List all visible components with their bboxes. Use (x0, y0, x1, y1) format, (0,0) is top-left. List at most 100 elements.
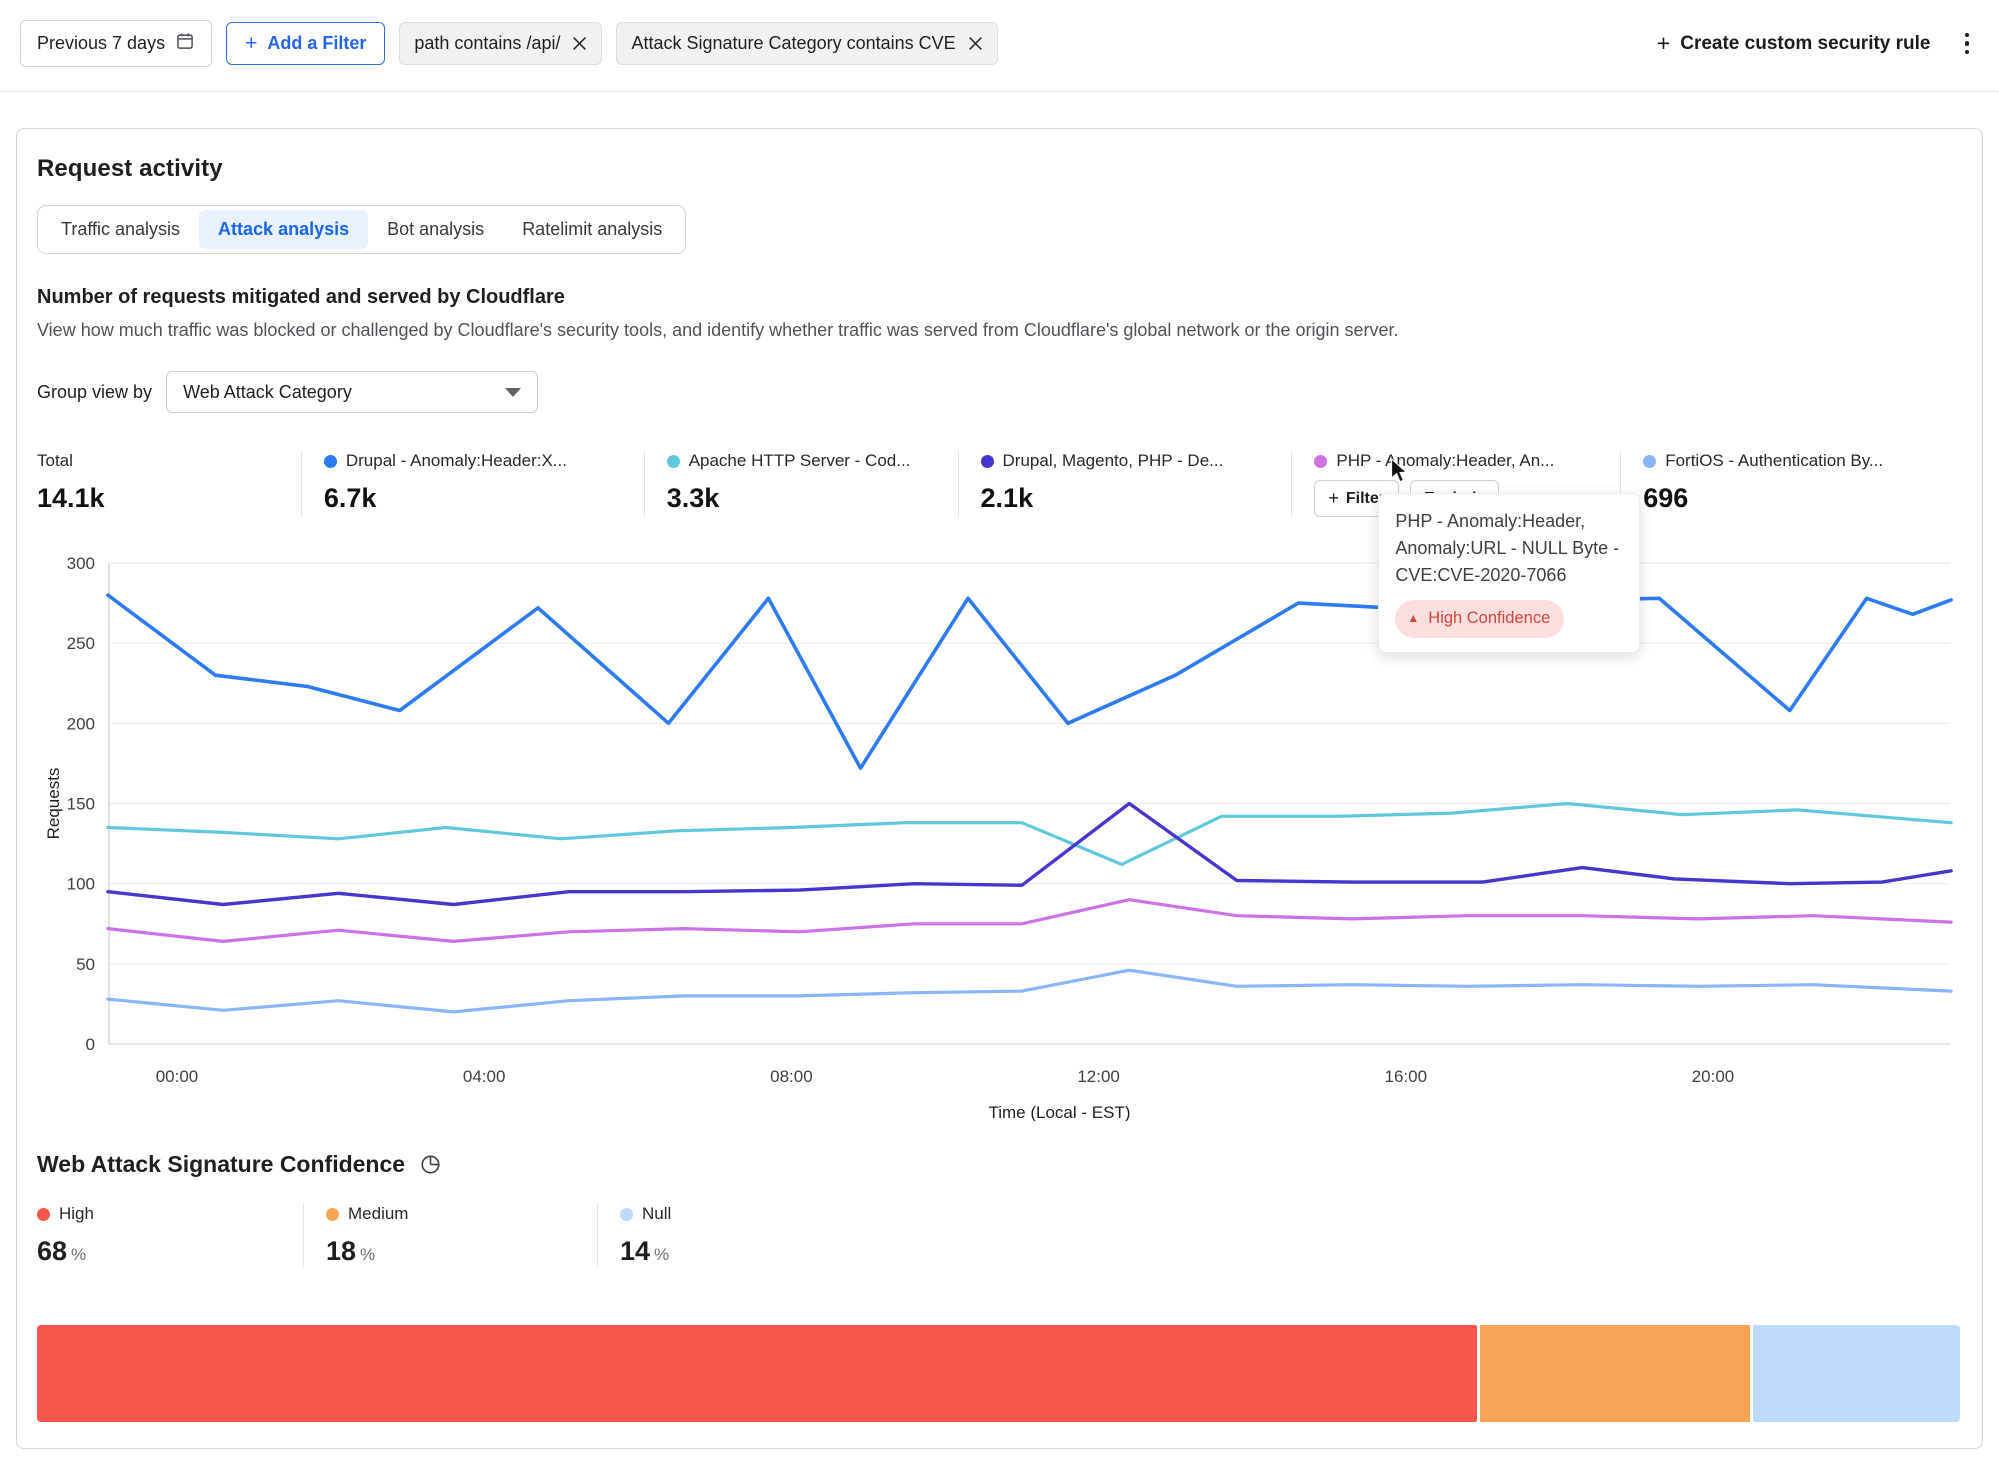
confidence-value: 18% (326, 1236, 597, 1267)
signature-tooltip: PHP - Anomaly:Header, Anomaly:URL - NULL… (1378, 493, 1640, 653)
confidence-value: 68% (37, 1236, 303, 1267)
analysis-tabs: Traffic analysisAttack analysisBot analy… (37, 205, 686, 254)
group-view-value: Web Attack Category (183, 382, 352, 403)
svg-text:250: 250 (67, 634, 95, 653)
svg-text:200: 200 (67, 714, 95, 733)
svg-text:100: 100 (67, 875, 95, 894)
pie-chart-toggle-icon[interactable] (419, 1153, 442, 1176)
confidence-stacked-bar (37, 1325, 1960, 1422)
stat-value: 3.3k (667, 483, 948, 514)
confidence-high: High 68% (37, 1204, 303, 1267)
filter-chip[interactable]: path contains /api/ (399, 22, 602, 65)
series-drupal-magento-php (108, 804, 1951, 905)
legend-dot (1643, 455, 1656, 468)
series-apache-http-server (108, 804, 1951, 865)
close-icon[interactable] (968, 36, 983, 51)
group-view-label: Group view by (37, 382, 152, 403)
legend-item-php-anomaly-header-an[interactable]: PHP - Anomaly:Header, An... (1314, 451, 1610, 471)
svg-text:16:00: 16:00 (1385, 1067, 1428, 1086)
high-confidence-badge: ▲High Confidence (1395, 600, 1564, 638)
legend-item-fortios-authentication-by[interactable]: FortiOS - Authentication By... (1643, 451, 1950, 471)
svg-text:Requests: Requests (44, 768, 63, 840)
close-icon[interactable] (572, 36, 587, 51)
legend-dot (981, 455, 994, 468)
confidence-null: Null 14% (597, 1204, 891, 1267)
filter-chip[interactable]: Attack Signature Category contains CVE (616, 22, 997, 65)
more-options-kebab-icon[interactable] (1957, 27, 1978, 61)
confidence-legend-item[interactable]: Null (620, 1204, 891, 1224)
stat-drupal-magento-php-de: Drupal, Magento, PHP - De... 2.1k (958, 451, 1292, 517)
svg-text:04:00: 04:00 (463, 1067, 506, 1086)
add-filter-label: Add a Filter (267, 33, 366, 54)
plus-icon: + (245, 36, 257, 52)
legend-label: PHP - Anomaly:Header, An... (1336, 451, 1554, 471)
stat-total: Total 14.1k (37, 451, 301, 517)
legend-label: Apache HTTP Server - Cod... (689, 451, 911, 471)
tab-ratelimit-analysis[interactable]: Ratelimit analysis (503, 210, 681, 249)
requests-line-chart: 05010015020025030000:0004:0008:0012:0016… (37, 539, 1960, 1121)
date-range-label: Previous 7 days (37, 33, 165, 54)
page-title: Request activity (37, 155, 1960, 183)
bar-segment-null[interactable] (1753, 1325, 1960, 1422)
date-range-button[interactable]: Previous 7 days (20, 20, 212, 67)
legend-dot (324, 455, 337, 468)
stat-value: 6.7k (324, 483, 634, 514)
legend-dot (1314, 455, 1327, 468)
legend-label: Medium (348, 1204, 408, 1224)
series-fortios-authentication (108, 970, 1951, 1012)
confidence-legend: High 68% Medium 18% Null 14% (37, 1204, 1960, 1267)
bar-segment-high[interactable] (37, 1325, 1477, 1422)
confidence-legend-item[interactable]: High (37, 1204, 303, 1224)
series-drupal-anomaly-header (108, 595, 1951, 768)
confidence-legend-item[interactable]: Medium (326, 1204, 597, 1224)
group-view-select[interactable]: Web Attack Category (166, 371, 538, 413)
filter-chip-label: path contains /api/ (414, 33, 560, 54)
legend-label: Drupal, Magento, PHP - De... (1003, 451, 1224, 471)
legend-dot (620, 1208, 633, 1221)
request-activity-card: Request activity Traffic analysisAttack … (16, 128, 1983, 1449)
confidence-value: 14% (620, 1236, 891, 1267)
stat-apache-http-server-cod: Apache HTTP Server - Cod... 3.3k (644, 451, 958, 517)
svg-text:150: 150 (67, 795, 95, 814)
legend-item-apache-http-server-cod[interactable]: Apache HTTP Server - Cod... (667, 451, 948, 471)
svg-text:12:00: 12:00 (1077, 1067, 1120, 1086)
filter-chip-label: Attack Signature Category contains CVE (631, 33, 955, 54)
create-custom-security-rule-button[interactable]: + Create custom security rule (1657, 30, 1931, 57)
tooltip-text: PHP - Anomaly:Header, Anomaly:URL - NULL… (1395, 511, 1619, 585)
legend-dot (667, 455, 680, 468)
stat-total-label: Total (37, 451, 73, 471)
stat-total-value: 14.1k (37, 483, 291, 514)
svg-text:00:00: 00:00 (156, 1067, 199, 1086)
legend-label: Null (642, 1204, 671, 1224)
mouse-cursor-icon (1389, 459, 1411, 483)
tab-bot-analysis[interactable]: Bot analysis (368, 210, 503, 249)
tab-attack-analysis[interactable]: Attack analysis (199, 210, 368, 249)
legend-dot (326, 1208, 339, 1221)
legend-item-drupal-magento-php-de[interactable]: Drupal, Magento, PHP - De... (981, 451, 1282, 471)
legend-label: High (59, 1204, 94, 1224)
legend-item-drupal-anomaly-header-x[interactable]: Drupal - Anomaly:Header:X... (324, 451, 634, 471)
svg-text:20:00: 20:00 (1692, 1067, 1735, 1086)
stat-php-anomaly-header-an: PHP - Anomaly:Header, An... +Filter Excl… (1291, 451, 1620, 517)
mitigation-heading: Number of requests mitigated and served … (37, 286, 1960, 309)
legend-label: FortiOS - Authentication By... (1665, 451, 1883, 471)
svg-text:0: 0 (86, 1035, 95, 1054)
bar-segment-medium[interactable] (1480, 1325, 1750, 1422)
plus-icon: + (1657, 30, 1670, 57)
legend-label: Drupal - Anomaly:Header:X... (346, 451, 567, 471)
calendar-icon (175, 31, 195, 56)
chevron-down-icon (505, 388, 521, 397)
svg-text:300: 300 (67, 554, 95, 573)
triangle-up-icon: ▲ (1407, 605, 1419, 632)
add-filter-button[interactable]: + Add a Filter (226, 22, 385, 65)
confidence-heading: Web Attack Signature Confidence (37, 1151, 405, 1178)
top-toolbar: Previous 7 days + Add a Filter path cont… (0, 0, 1999, 92)
legend-dot (37, 1208, 50, 1221)
series-php-anomaly (108, 900, 1951, 942)
tab-traffic-analysis[interactable]: Traffic analysis (42, 210, 199, 249)
stats-row: Total 14.1k Drupal - Anomaly:Header:X...… (37, 451, 1960, 517)
stat-value: 696 (1643, 483, 1950, 514)
svg-text:50: 50 (76, 955, 95, 974)
mitigation-description: View how much traffic was blocked or cha… (37, 320, 1960, 341)
create-rule-label: Create custom security rule (1680, 33, 1930, 55)
